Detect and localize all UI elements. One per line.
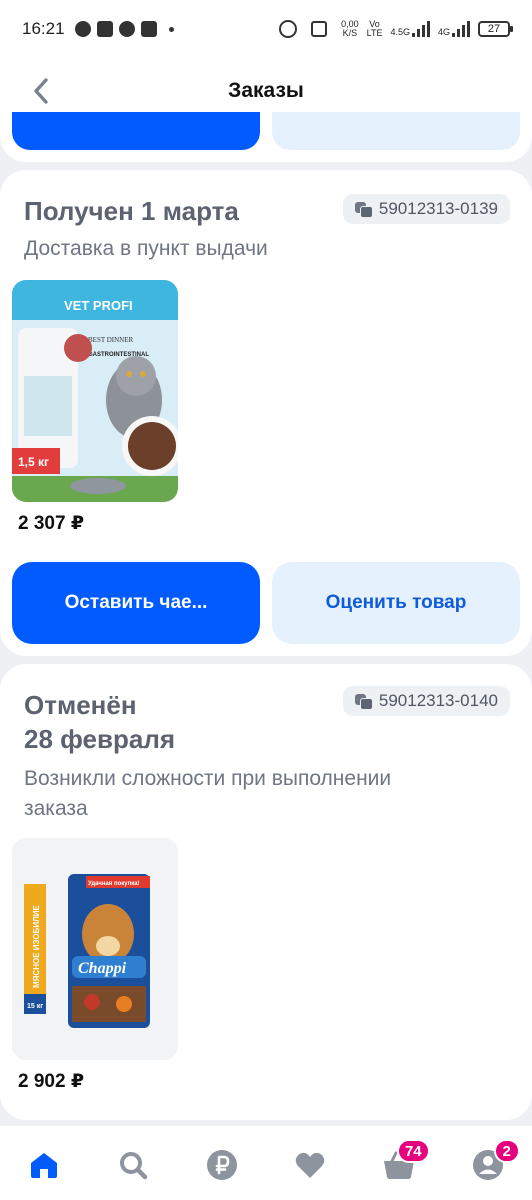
order-number: 59012313-0139 bbox=[378, 199, 498, 218]
delivery-type: Доставка в пункт выдачи bbox=[24, 237, 268, 260]
product-image[interactable]: VET PROFI BEST DINNER GASTROINTESTINAL 1… bbox=[12, 280, 178, 502]
signal-bars-icon bbox=[411, 21, 430, 37]
cat-food-package-image: VET PROFI BEST DINNER GASTROINTESTINAL 1… bbox=[12, 280, 178, 502]
order-status: Получен 1 марта bbox=[24, 196, 239, 226]
cancel-reason: Возникли сложности при выполнении заказа bbox=[24, 767, 392, 820]
bottom-tab-bar: 74 2 bbox=[0, 1126, 532, 1200]
dog-food-weight-text: 15 кг bbox=[27, 1003, 43, 1010]
tab-favorites[interactable] bbox=[280, 1135, 340, 1195]
cart-count-badge: 74 bbox=[396, 1139, 430, 1163]
weight-text: 1,5 кг bbox=[18, 455, 49, 469]
tab-finance[interactable] bbox=[192, 1135, 252, 1195]
previous-primary-button[interactable] bbox=[12, 112, 260, 150]
volte-indicator: Vo LTE bbox=[366, 19, 383, 38]
status-bar: 16:21 0,00 K/S Vo LTE 4.5G 4G 27 bbox=[0, 0, 532, 58]
product-price: 2 902 ₽ bbox=[18, 1071, 85, 1092]
previous-order-card bbox=[0, 112, 532, 162]
rate-product-button[interactable]: Оценить товар bbox=[272, 562, 520, 644]
alarm-icon bbox=[279, 20, 298, 38]
shield-icon bbox=[140, 21, 157, 37]
chevron-left-icon bbox=[34, 78, 48, 104]
status-time: 16:21 bbox=[22, 19, 65, 38]
tab-search[interactable] bbox=[103, 1135, 163, 1195]
product-price: 2 307 ₽ bbox=[18, 513, 85, 534]
copy-icon bbox=[354, 202, 373, 218]
back-button[interactable] bbox=[26, 76, 56, 106]
side-label-text: МЯСНОЕ ИЗОБИЛИЕ bbox=[32, 905, 41, 988]
leave-tip-button[interactable]: Оставить чае... bbox=[12, 562, 260, 644]
deal-tag-text: Удачная покупка! bbox=[88, 881, 140, 887]
ruble-icon bbox=[206, 1150, 237, 1180]
notification-app-icon bbox=[74, 21, 91, 37]
signal-bars-icon bbox=[452, 21, 470, 37]
search-icon bbox=[119, 1152, 148, 1180]
brand-banner-text: VET PROFI bbox=[64, 298, 133, 313]
tab-cart[interactable]: 74 bbox=[369, 1135, 430, 1195]
battery-icon: 27 bbox=[478, 21, 513, 37]
previous-secondary-button[interactable] bbox=[272, 112, 520, 150]
page-title: Заказы bbox=[228, 79, 304, 102]
app-icon bbox=[118, 21, 135, 37]
product-image[interactable]: МЯСНОЕ ИЗОБИЛИЕ 15 кг Удачная покупка! C… bbox=[12, 838, 178, 1060]
nfc-icon bbox=[311, 21, 328, 37]
order-number: 59012313-0140 bbox=[378, 691, 498, 710]
copy-icon bbox=[354, 694, 373, 710]
signal-2: 4G bbox=[438, 21, 470, 37]
order-status: Отменён 28 февраля bbox=[24, 690, 176, 754]
tab-home[interactable] bbox=[14, 1135, 74, 1195]
heart-icon bbox=[296, 1152, 325, 1178]
order-card[interactable]: Отменён 28 февраля 59012313-0140 Возникл… bbox=[0, 664, 532, 1120]
order-number-chip[interactable]: 59012313-0140 bbox=[342, 686, 510, 716]
home-icon bbox=[31, 1153, 58, 1178]
order-card[interactable]: Получен 1 марта 59012313-0139 Доставка в… bbox=[0, 170, 532, 656]
more-notifications-icon bbox=[168, 26, 174, 32]
order-number-chip[interactable]: 59012313-0139 bbox=[342, 194, 510, 224]
profile-notification-badge: 2 bbox=[493, 1139, 520, 1163]
brand-logo-text: Chappi bbox=[78, 960, 127, 977]
dog-food-package-image: МЯСНОЕ ИЗОБИЛИЕ 15 кг Удачная покупка! C… bbox=[12, 838, 178, 1060]
tab-profile[interactable]: 2 bbox=[458, 1135, 520, 1195]
product-line-text: BEST DINNER bbox=[88, 336, 134, 344]
net-speed: 0,00 K/S bbox=[341, 19, 359, 38]
signal-1: 4.5G bbox=[390, 21, 430, 37]
youtube-icon bbox=[96, 21, 113, 37]
